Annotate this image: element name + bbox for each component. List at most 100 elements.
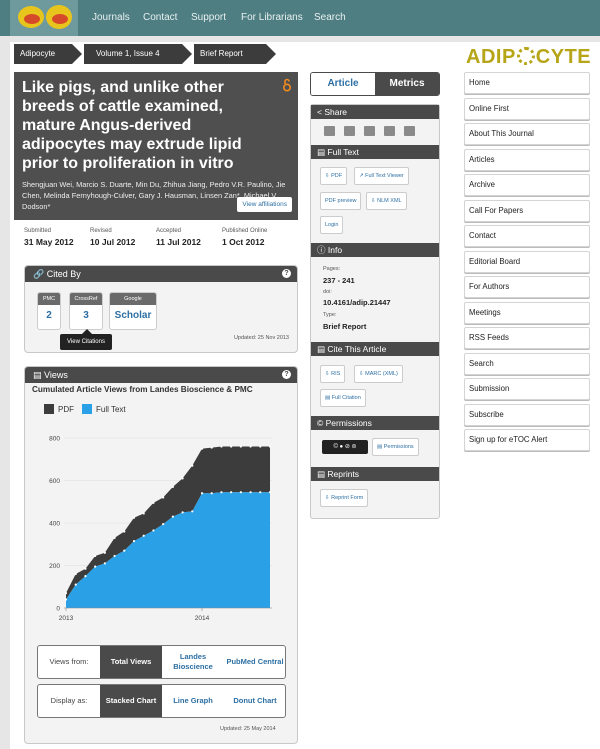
- views-from-label: Views from:: [49, 657, 89, 666]
- doi-label: doi:: [323, 289, 332, 295]
- delicious-icon[interactable]: [404, 126, 415, 136]
- cite-count: 3: [83, 310, 89, 321]
- legend-label-pdf: PDF: [58, 405, 74, 414]
- logo-cell-icon: [516, 47, 535, 65]
- chart-title: Cumulated Article Views from Landes Bios…: [32, 385, 253, 394]
- journal-logo[interactable]: ADIP CYTE: [466, 46, 591, 69]
- breadcrumb-type: Brief Report: [194, 44, 276, 64]
- full-citation-link[interactable]: ▤ Full Citation: [320, 389, 366, 407]
- view-citations-tooltip[interactable]: View Citations: [60, 329, 112, 350]
- marc-xml-link[interactable]: ⇩ MARC (XML): [354, 365, 403, 383]
- cite-card-crossref[interactable]: CrossRef 3: [69, 292, 103, 330]
- nav-item-online-first[interactable]: Online First: [464, 97, 590, 120]
- pdf-point: [132, 516, 136, 519]
- info-title: Info: [327, 245, 343, 255]
- tab-metrics[interactable]: Metrics: [375, 73, 439, 95]
- permissions-link[interactable]: ▤ Permissions: [372, 438, 419, 456]
- toggle-stacked-chart[interactable]: Stacked Chart: [100, 685, 162, 717]
- nav-search[interactable]: Search: [314, 12, 346, 23]
- pdf-preview-link[interactable]: PDF preview: [320, 192, 362, 210]
- twitter-icon[interactable]: [364, 126, 375, 136]
- legend-swatch-pdf: [44, 404, 54, 414]
- logo-blob-red: [24, 14, 40, 24]
- nav-support[interactable]: Support: [191, 12, 226, 23]
- creative-commons-icon[interactable]: © ● ⊘ ⊜: [322, 440, 368, 454]
- nav-item-archive[interactable]: Archive: [464, 174, 590, 196]
- views-chart: Cumulated Article Views from Landes Bios…: [32, 385, 272, 622]
- fulltext-point: [132, 539, 136, 543]
- nav-item-about-this-journal[interactable]: About This Journal: [464, 123, 590, 145]
- type-label: Type:: [323, 312, 337, 318]
- help-icon[interactable]: ?: [282, 269, 291, 278]
- pdf-point: [191, 464, 194, 467]
- toggle-donut-chart[interactable]: Donut Chart: [224, 685, 286, 717]
- cite-count: Scholar: [114, 310, 152, 321]
- date-published: Published Online 1 Oct 2012: [222, 228, 267, 247]
- ris-link[interactable]: ⇩ RIS: [320, 365, 346, 383]
- permissions-header: © Permissions: [311, 416, 439, 430]
- y-tick-label: 600: [49, 478, 60, 485]
- nlm-xml-link[interactable]: ⇩ NLM XML: [366, 192, 407, 210]
- site-logo[interactable]: [10, 0, 78, 36]
- toggle-pubmed-central[interactable]: PubMed Central: [224, 646, 286, 678]
- full-text-viewer-label: Full Text Viewer: [365, 173, 404, 179]
- nav-item-sign-up-for-etoc-alert[interactable]: Sign up for eTOC Alert: [464, 429, 590, 451]
- breadcrumb-journal-label: Adipocyte: [20, 49, 56, 58]
- nav-item-rss-feeds[interactable]: RSS Feeds: [464, 327, 590, 349]
- reprint-form-link[interactable]: ⇩ Reprint Form: [320, 489, 369, 507]
- nav-item-subscribe[interactable]: Subscribe: [464, 403, 590, 426]
- doi-value[interactable]: 10.4161/adip.21447: [323, 298, 391, 307]
- pdf-point: [239, 445, 242, 448]
- pdf-point: [64, 592, 68, 595]
- nav-item-submission[interactable]: Submission: [464, 378, 590, 400]
- full-text-header: ▤ Full Text: [311, 145, 439, 159]
- cite-card-pmc[interactable]: PMC 2: [37, 292, 61, 330]
- cite-count: 2: [46, 310, 52, 321]
- pdf-point: [259, 445, 262, 448]
- breadcrumb-journal[interactable]: Adipocyte: [14, 44, 82, 64]
- help-icon[interactable]: ?: [282, 370, 291, 379]
- nav-item-home[interactable]: Home: [464, 72, 590, 94]
- full-citation-label: Full Citation: [331, 395, 361, 401]
- email-icon[interactable]: [324, 126, 335, 136]
- pdf-point: [210, 446, 213, 449]
- permissions-link-label: Permissions: [383, 444, 414, 450]
- nav-item-search[interactable]: Search: [464, 352, 590, 375]
- article-title: Like pigs, and unlike other breeds of ca…: [22, 79, 242, 172]
- nav-item-contact[interactable]: Contact: [464, 225, 590, 247]
- tab-article[interactable]: Article: [311, 73, 375, 95]
- breadcrumb-issue[interactable]: Volume 1, Issue 4: [84, 44, 192, 64]
- info-header: ⓘ Info: [311, 243, 439, 257]
- toggle-line-graph[interactable]: Line Graph: [162, 685, 224, 717]
- cite-source-tag: PMC: [38, 293, 60, 305]
- date-accepted: Accepted 11 Jul 2012: [156, 228, 201, 247]
- login-link[interactable]: Login: [320, 216, 344, 234]
- nav-item-call-for-papers[interactable]: Call For Papers: [464, 199, 590, 222]
- toggle-total-views[interactable]: Total Views: [100, 646, 162, 678]
- view-affiliations-button[interactable]: View affiliations: [237, 197, 292, 212]
- nav-item-for-authors[interactable]: For Authors: [464, 276, 590, 298]
- y-tick-label: 800: [49, 436, 60, 443]
- nav-item-meetings[interactable]: Meetings: [464, 301, 590, 324]
- nav-journals[interactable]: Journals: [92, 12, 130, 23]
- nav-item-articles[interactable]: Articles: [464, 148, 590, 171]
- pdf-point: [152, 501, 155, 504]
- share-header: < Share: [311, 105, 439, 119]
- cited-by-updated: Updated: 25 Nov 2013: [233, 335, 289, 341]
- views-updated: Updated: 25 May 2014: [220, 726, 276, 732]
- fulltext-point: [191, 510, 194, 513]
- fulltext-point: [123, 549, 126, 552]
- cite-card-google[interactable]: Google Scholar: [109, 292, 157, 330]
- nav-contact[interactable]: Contact: [143, 12, 177, 23]
- full-text-viewer-link[interactable]: ↗ Full Text Viewer: [354, 167, 409, 185]
- facebook-icon[interactable]: [344, 126, 355, 136]
- y-tick-label: 200: [49, 563, 60, 570]
- linkedin-icon[interactable]: [384, 126, 395, 136]
- fulltext-point: [152, 529, 155, 532]
- pdf-link[interactable]: ⇩ PDF: [320, 167, 348, 185]
- toggle-landes-bioscience[interactable]: Landes Bioscience: [162, 646, 224, 678]
- nav-item-editorial-board[interactable]: Editorial Board: [464, 250, 590, 273]
- fulltext-point: [74, 583, 77, 586]
- nav-for-librarians[interactable]: For Librarians: [241, 12, 303, 23]
- x-tick-label: 2013: [59, 615, 74, 622]
